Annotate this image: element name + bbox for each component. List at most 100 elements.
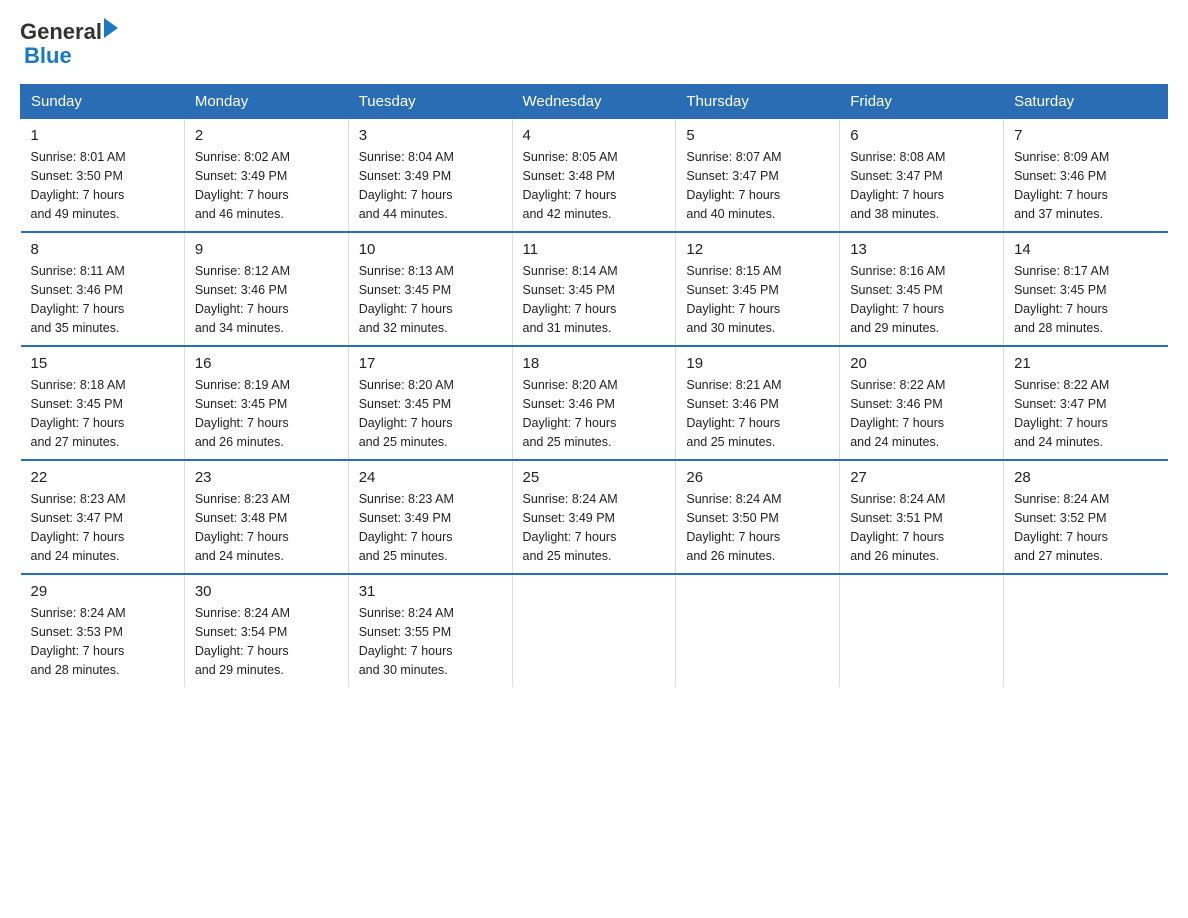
day-info: Sunrise: 8:23 AM Sunset: 3:49 PM Dayligh… <box>359 490 502 565</box>
day-info: Sunrise: 8:21 AM Sunset: 3:46 PM Dayligh… <box>686 376 829 451</box>
day-info: Sunrise: 8:22 AM Sunset: 3:46 PM Dayligh… <box>850 376 993 451</box>
day-number: 10 <box>359 241 502 258</box>
calendar-week-row: 15Sunrise: 8:18 AM Sunset: 3:45 PM Dayli… <box>21 346 1168 460</box>
day-info: Sunrise: 8:08 AM Sunset: 3:47 PM Dayligh… <box>850 148 993 223</box>
logo-text-blue: Blue <box>24 44 72 68</box>
calendar-cell: 21 Sunrise: 8:22 AM Sunset: 3:47 PM Dayli… <box>1004 346 1168 460</box>
weekday-header-tuesday: Tuesday <box>348 85 512 119</box>
calendar-cell: 13 Sunrise: 8:16 AM Sunset: 3:45 PM Dayli… <box>840 232 1004 346</box>
day-number: 6 <box>850 127 993 144</box>
day-info: Sunrise: 8:11 AM Sunset: 3:46 PM Dayligh… <box>31 262 174 337</box>
calendar-cell: 25 Sunrise: 8:24 AM Sunset: 3:49 PM Dayli… <box>512 460 676 574</box>
day-number: 13 <box>850 241 993 258</box>
day-number: 24 <box>359 469 502 486</box>
day-number: 30 <box>195 583 338 600</box>
calendar-cell <box>1004 574 1168 687</box>
weekday-header-monday: Monday <box>184 85 348 119</box>
day-number: 4 <box>523 127 666 144</box>
day-info: Sunrise: 8:24 AM Sunset: 3:55 PM Dayligh… <box>359 604 502 679</box>
day-number: 18 <box>523 355 666 372</box>
day-info: Sunrise: 8:23 AM Sunset: 3:47 PM Dayligh… <box>31 490 174 565</box>
calendar-cell: 6 Sunrise: 8:08 AM Sunset: 3:47 PM Daylig… <box>840 119 1004 233</box>
day-info: Sunrise: 8:15 AM Sunset: 3:45 PM Dayligh… <box>686 262 829 337</box>
day-number: 7 <box>1014 127 1157 144</box>
logo-text-general: General <box>20 20 102 44</box>
calendar-cell: 20 Sunrise: 8:22 AM Sunset: 3:46 PM Dayli… <box>840 346 1004 460</box>
calendar-cell <box>676 574 840 687</box>
calendar-cell: 28Sunrise: 8:24 AM Sunset: 3:52 PM Dayli… <box>1004 460 1168 574</box>
calendar-cell: 22Sunrise: 8:23 AM Sunset: 3:47 PM Dayli… <box>21 460 185 574</box>
day-info: Sunrise: 8:16 AM Sunset: 3:45 PM Dayligh… <box>850 262 993 337</box>
calendar-cell: 12 Sunrise: 8:15 AM Sunset: 3:45 PM Dayli… <box>676 232 840 346</box>
weekday-header-row: SundayMondayTuesdayWednesdayThursdayFrid… <box>21 85 1168 119</box>
day-info: Sunrise: 8:01 AM Sunset: 3:50 PM Dayligh… <box>31 148 174 223</box>
weekday-header-friday: Friday <box>840 85 1004 119</box>
calendar-week-row: 22Sunrise: 8:23 AM Sunset: 3:47 PM Dayli… <box>21 460 1168 574</box>
day-number: 16 <box>195 355 338 372</box>
day-info: Sunrise: 8:07 AM Sunset: 3:47 PM Dayligh… <box>686 148 829 223</box>
day-number: 27 <box>850 469 993 486</box>
calendar-cell: 11Sunrise: 8:14 AM Sunset: 3:45 PM Dayli… <box>512 232 676 346</box>
calendar-cell: 10Sunrise: 8:13 AM Sunset: 3:45 PM Dayli… <box>348 232 512 346</box>
calendar-cell: 26Sunrise: 8:24 AM Sunset: 3:50 PM Dayli… <box>676 460 840 574</box>
day-info: Sunrise: 8:22 AM Sunset: 3:47 PM Dayligh… <box>1014 376 1157 451</box>
calendar-week-row: 29Sunrise: 8:24 AM Sunset: 3:53 PM Dayli… <box>21 574 1168 687</box>
calendar-cell: 4 Sunrise: 8:05 AM Sunset: 3:48 PM Daylig… <box>512 119 676 233</box>
day-info: Sunrise: 8:14 AM Sunset: 3:45 PM Dayligh… <box>523 262 666 337</box>
day-number: 12 <box>686 241 829 258</box>
day-number: 5 <box>686 127 829 144</box>
day-info: Sunrise: 8:20 AM Sunset: 3:45 PM Dayligh… <box>359 376 502 451</box>
calendar-cell: 1Sunrise: 8:01 AM Sunset: 3:50 PM Daylig… <box>21 119 185 233</box>
calendar-cell: 17 Sunrise: 8:20 AM Sunset: 3:45 PM Dayli… <box>348 346 512 460</box>
calendar-week-row: 8Sunrise: 8:11 AM Sunset: 3:46 PM Daylig… <box>21 232 1168 346</box>
calendar-week-row: 1Sunrise: 8:01 AM Sunset: 3:50 PM Daylig… <box>21 119 1168 233</box>
day-info: Sunrise: 8:24 AM Sunset: 3:49 PM Dayligh… <box>523 490 666 565</box>
logo-arrow-icon <box>104 18 118 38</box>
day-number: 21 <box>1014 355 1157 372</box>
calendar-cell: 15Sunrise: 8:18 AM Sunset: 3:45 PM Dayli… <box>21 346 185 460</box>
day-number: 19 <box>686 355 829 372</box>
logo: General Blue <box>20 20 118 68</box>
calendar-cell: 2 Sunrise: 8:02 AM Sunset: 3:49 PM Daylig… <box>184 119 348 233</box>
day-number: 20 <box>850 355 993 372</box>
calendar-cell: 5 Sunrise: 8:07 AM Sunset: 3:47 PM Daylig… <box>676 119 840 233</box>
day-info: Sunrise: 8:20 AM Sunset: 3:46 PM Dayligh… <box>523 376 666 451</box>
day-info: Sunrise: 8:12 AM Sunset: 3:46 PM Dayligh… <box>195 262 338 337</box>
day-info: Sunrise: 8:23 AM Sunset: 3:48 PM Dayligh… <box>195 490 338 565</box>
calendar-cell: 19 Sunrise: 8:21 AM Sunset: 3:46 PM Dayli… <box>676 346 840 460</box>
calendar-cell: 14 Sunrise: 8:17 AM Sunset: 3:45 PM Dayli… <box>1004 232 1168 346</box>
day-number: 23 <box>195 469 338 486</box>
calendar-cell: 16 Sunrise: 8:19 AM Sunset: 3:45 PM Dayli… <box>184 346 348 460</box>
day-info: Sunrise: 8:09 AM Sunset: 3:46 PM Dayligh… <box>1014 148 1157 223</box>
calendar-cell <box>512 574 676 687</box>
day-number: 15 <box>31 355 174 372</box>
calendar-cell: 8Sunrise: 8:11 AM Sunset: 3:46 PM Daylig… <box>21 232 185 346</box>
day-info: Sunrise: 8:02 AM Sunset: 3:49 PM Dayligh… <box>195 148 338 223</box>
day-number: 2 <box>195 127 338 144</box>
calendar-cell: 30 Sunrise: 8:24 AM Sunset: 3:54 PM Dayli… <box>184 574 348 687</box>
weekday-header-wednesday: Wednesday <box>512 85 676 119</box>
day-info: Sunrise: 8:24 AM Sunset: 3:53 PM Dayligh… <box>31 604 174 679</box>
day-number: 14 <box>1014 241 1157 258</box>
day-info: Sunrise: 8:24 AM Sunset: 3:54 PM Dayligh… <box>195 604 338 679</box>
day-number: 31 <box>359 583 502 600</box>
day-info: Sunrise: 8:24 AM Sunset: 3:51 PM Dayligh… <box>850 490 993 565</box>
day-info: Sunrise: 8:24 AM Sunset: 3:50 PM Dayligh… <box>686 490 829 565</box>
day-info: Sunrise: 8:05 AM Sunset: 3:48 PM Dayligh… <box>523 148 666 223</box>
calendar-cell: 24 Sunrise: 8:23 AM Sunset: 3:49 PM Dayli… <box>348 460 512 574</box>
day-number: 17 <box>359 355 502 372</box>
day-number: 28 <box>1014 469 1157 486</box>
calendar-cell: 31 Sunrise: 8:24 AM Sunset: 3:55 PM Dayli… <box>348 574 512 687</box>
calendar-cell: 23 Sunrise: 8:23 AM Sunset: 3:48 PM Dayli… <box>184 460 348 574</box>
calendar-table: SundayMondayTuesdayWednesdayThursdayFrid… <box>20 84 1168 687</box>
day-info: Sunrise: 8:19 AM Sunset: 3:45 PM Dayligh… <box>195 376 338 451</box>
calendar-cell: 9 Sunrise: 8:12 AM Sunset: 3:46 PM Daylig… <box>184 232 348 346</box>
weekday-header-sunday: Sunday <box>21 85 185 119</box>
calendar-cell: 3Sunrise: 8:04 AM Sunset: 3:49 PM Daylig… <box>348 119 512 233</box>
weekday-header-saturday: Saturday <box>1004 85 1168 119</box>
calendar-cell: 18 Sunrise: 8:20 AM Sunset: 3:46 PM Dayli… <box>512 346 676 460</box>
day-number: 9 <box>195 241 338 258</box>
day-info: Sunrise: 8:17 AM Sunset: 3:45 PM Dayligh… <box>1014 262 1157 337</box>
calendar-cell: 27 Sunrise: 8:24 AM Sunset: 3:51 PM Dayli… <box>840 460 1004 574</box>
day-number: 25 <box>523 469 666 486</box>
